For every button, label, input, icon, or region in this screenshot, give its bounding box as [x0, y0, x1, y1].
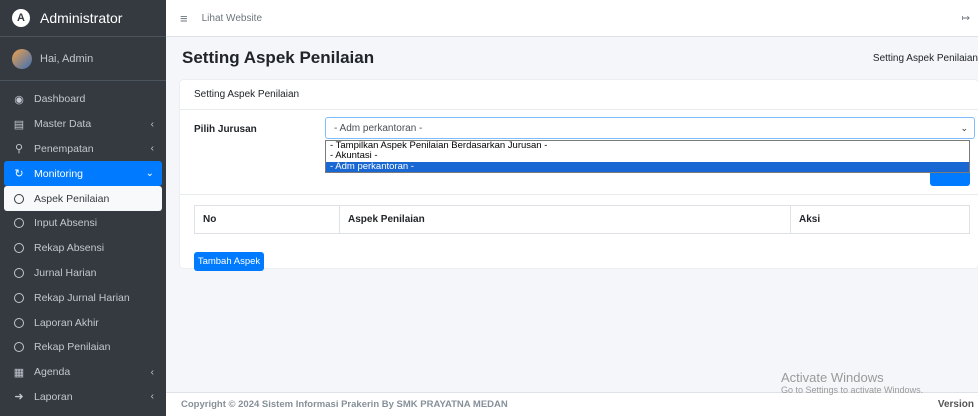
- jurusan-select-value: - Adm perkantoran -: [334, 122, 423, 134]
- sidebar-item-label: Penempatan: [34, 142, 94, 155]
- chevron-left-icon: ‹: [150, 366, 154, 378]
- circle-icon: [14, 193, 24, 204]
- sidebar-item-master-data[interactable]: ▤ Master Data ‹: [0, 112, 166, 137]
- brand-logo-icon: A: [12, 9, 30, 27]
- watermark-subtitle: Go to Settings to activate Windows.: [781, 385, 924, 395]
- jurusan-label: Pilih Jurusan: [194, 123, 257, 135]
- table-icon: ▤: [13, 118, 25, 131]
- add-aspect-button[interactable]: Tambah Aspek: [194, 252, 264, 271]
- sidebar-item-agenda[interactable]: ▦ Agenda ‹: [0, 360, 166, 385]
- user-greeting: Hai, Admin: [40, 52, 94, 65]
- avatar: [12, 48, 32, 69]
- aspek-table: No Aspek Penilaian Aksi: [194, 205, 970, 234]
- view-website-link[interactable]: Lihat Website: [202, 13, 262, 24]
- chevron-down-icon: ⌄: [960, 122, 968, 133]
- page-title: Setting Aspek Penilaian: [182, 48, 375, 67]
- sidebar-item-label: Aspek Penilaian: [34, 192, 110, 205]
- column-header: No: [194, 205, 340, 234]
- sidebar-item-input-absensi[interactable]: Input Absensi: [0, 211, 166, 236]
- sidebar: A Administrator Hai, Admin ◉ Dashboard ▤…: [0, 0, 166, 416]
- tachometer-icon: ◉: [14, 93, 24, 106]
- sidebar-item-label: Monitoring: [34, 167, 84, 180]
- circle-icon: [14, 218, 24, 229]
- jurusan-select[interactable]: - Adm perkantoran - ⌄: [325, 117, 975, 139]
- version-label: Version: [937, 399, 974, 410]
- activation-watermark: Activate Windows Go to Settings to activ…: [781, 370, 923, 395]
- content-header: Setting Aspek Penilaian Setting Aspek Pe…: [166, 37, 978, 79]
- refresh-icon: ↻: [14, 168, 24, 181]
- top-navbar: ≡ Lihat Website ↦: [166, 0, 978, 37]
- circle-icon: [14, 342, 24, 353]
- brand-link[interactable]: A Administrator: [0, 0, 166, 37]
- jurusan-form-row: Pilih Jurusan - Adm perkantoran - ⌄: [194, 117, 978, 141]
- menu-toggle-icon[interactable]: ≡: [180, 11, 188, 26]
- column-header: Aspek Penilaian: [339, 205, 791, 234]
- column-header: Aksi: [790, 205, 970, 234]
- circle-icon: [14, 267, 24, 278]
- sidebar-item-label: Jurnal Harian: [34, 266, 97, 279]
- dropdown-option[interactable]: - Akuntasi -: [326, 150, 969, 161]
- jurusan-dropdown-list: - Tampilkan Aspek Penilaian Berdasarkan …: [325, 140, 970, 173]
- sidebar-item-rekap-penilaian[interactable]: Rekap Penilaian: [0, 335, 166, 360]
- card-title: Setting Aspek Penilaian: [180, 80, 978, 110]
- circle-icon: [14, 317, 24, 328]
- table-header-row: No Aspek Penilaian Aksi: [194, 205, 970, 234]
- chevron-down-icon: ⌄: [145, 168, 154, 180]
- logout-icon[interactable]: ↦: [962, 13, 970, 24]
- user-panel[interactable]: Hai, Admin: [0, 37, 166, 81]
- sidebar-item-label: Rekap Penilaian: [34, 341, 111, 354]
- sidebar-item-label: Rekap Jurnal Harian: [34, 291, 130, 304]
- divider: [180, 194, 978, 195]
- sign-in-icon: ➜: [14, 391, 24, 404]
- chevron-left-icon: ‹: [150, 143, 154, 155]
- chevron-left-icon: ‹: [150, 118, 154, 130]
- circle-icon: [14, 243, 24, 254]
- breadcrumb[interactable]: Setting Aspek Penilaian: [873, 53, 978, 64]
- dropdown-option-selected[interactable]: - Adm perkantoran -: [326, 161, 969, 172]
- sidebar-item-label: Input Absensi: [34, 217, 98, 230]
- sidebar-item-dashboard[interactable]: ◉ Dashboard: [0, 87, 166, 112]
- settings-card: Setting Aspek Penilaian Pilih Jurusan - …: [180, 80, 978, 268]
- sidebar-item-label: Laporan Akhir: [34, 316, 99, 329]
- sidebar-item-rekap-absensi[interactable]: Rekap Absensi: [0, 236, 166, 261]
- calendar-icon: ▦: [13, 366, 25, 379]
- sidebar-item-label: Master Data: [34, 118, 92, 131]
- chevron-left-icon: ‹: [150, 391, 154, 403]
- watermark-title: Activate Windows: [781, 370, 884, 385]
- sidebar-item-label: Dashboard: [34, 93, 86, 106]
- sidebar-item-penempatan[interactable]: ⚲ Penempatan ‹: [0, 137, 166, 162]
- dropdown-option[interactable]: - Tampilkan Aspek Penilaian Berdasarkan …: [326, 140, 969, 151]
- brand-title: Administrator: [40, 10, 123, 26]
- copyright-text: Copyright © 2024 Sistem Informasi Praker…: [181, 399, 508, 410]
- sidebar-item-laporan-akhir[interactable]: Laporan Akhir: [0, 310, 166, 335]
- sidebar-item-jurnal-harian[interactable]: Jurnal Harian: [0, 261, 166, 286]
- circle-icon: [14, 292, 24, 303]
- link-icon: ⚲: [14, 143, 24, 156]
- sidebar-item-monitoring[interactable]: ↻ Monitoring ⌄: [4, 161, 162, 187]
- sidebar-item-label: Rekap Absensi: [34, 242, 105, 255]
- sidebar-nav: ◉ Dashboard ▤ Master Data ‹ ⚲ Penempatan…: [0, 81, 166, 409]
- sidebar-item-laporan[interactable]: ➜ Laporan ‹: [0, 385, 166, 410]
- sidebar-item-label: Laporan: [34, 390, 73, 403]
- sidebar-item-rekap-jurnal-harian[interactable]: Rekap Jurnal Harian: [0, 285, 166, 310]
- sidebar-item-label: Agenda: [34, 366, 71, 379]
- sidebar-item-aspek-penilaian[interactable]: Aspek Penilaian: [4, 186, 162, 211]
- footer: Copyright © 2024 Sistem Informasi Praker…: [166, 392, 978, 416]
